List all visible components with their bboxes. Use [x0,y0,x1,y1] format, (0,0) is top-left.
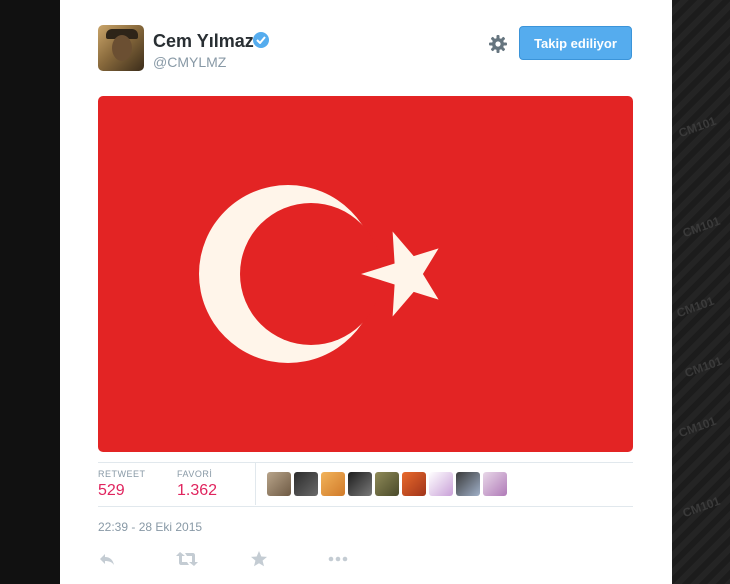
watermark-text: CM101 [680,493,722,521]
favorite-count[interactable]: 1.362 [177,482,217,500]
retweet-icon[interactable] [176,550,198,568]
retweet-label: RETWEET [98,469,146,479]
gear-icon[interactable] [488,34,508,54]
favoriter-avatar[interactable] [456,472,480,496]
retweet-count[interactable]: 529 [98,482,125,500]
favoriter-avatar[interactable] [483,472,507,496]
tweet-image-turkish-flag[interactable] [98,96,633,452]
favoriter-avatar[interactable] [402,472,426,496]
following-button[interactable]: Takip ediliyor [519,26,632,60]
left-page-background [0,0,60,584]
favoriter-avatar[interactable] [294,472,318,496]
favoriter-avatar[interactable] [375,472,399,496]
favoriter-avatar[interactable] [429,472,453,496]
stats-bottom-divider [98,506,633,507]
tweet-timestamp[interactable]: 22:39 - 28 Eki 2015 [98,520,202,534]
reply-icon[interactable] [98,550,116,568]
watermark-text: CM101 [676,113,718,141]
more-icon[interactable] [328,550,348,568]
watermark-text: CM101 [682,353,724,381]
avatar-face [112,35,132,61]
author-display-name[interactable]: Cem Yılmaz [153,31,254,52]
favoriter-avatar[interactable] [267,472,291,496]
stats-top-divider [98,462,633,463]
author-username[interactable]: @CMYLMZ [153,54,226,70]
favoriter-avatar[interactable] [348,472,372,496]
watermark-text: CM101 [674,293,716,321]
watermark-text: CM101 [676,413,718,441]
watermark-text: CM101 [680,213,722,241]
right-page-background: CM101 CM101 CM101 CM101 CM101 CM101 [672,0,730,584]
author-avatar[interactable] [98,25,144,71]
favoriter-avatar[interactable] [321,472,345,496]
favorite-label: FAVORİ [177,469,213,479]
stats-separator [255,463,256,505]
tweet-card: Cem Yılmaz @CMYLMZ Takip ediliyor RETWEE… [60,0,672,584]
favorite-icon[interactable] [250,550,268,568]
verified-badge-icon [253,32,269,48]
